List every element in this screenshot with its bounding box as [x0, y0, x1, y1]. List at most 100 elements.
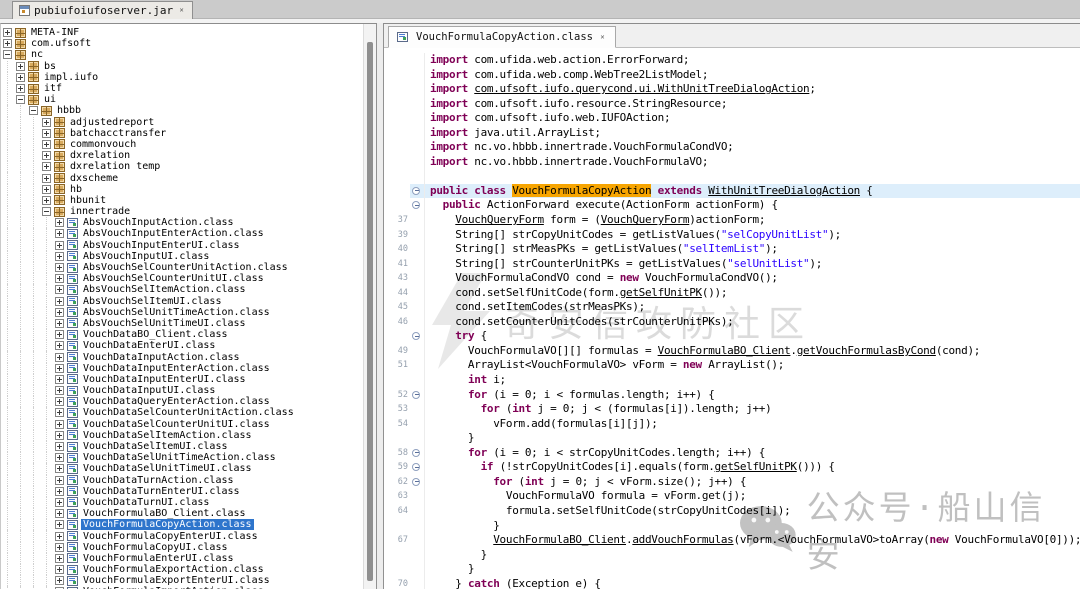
expand-icon[interactable] [55, 431, 64, 440]
tab-jar-file[interactable]: pubiufoiufoserver.jar ✕ [12, 1, 193, 19]
tree-item[interactable]: VouchDataQueryEnterAction.class [3, 396, 363, 407]
close-icon[interactable]: ✕ [598, 33, 607, 42]
tree-item[interactable]: dxscheme [3, 172, 363, 183]
tree-item[interactable]: VouchDataSelItemAction.class [3, 430, 363, 441]
tree-item[interactable]: AbsVouchSelItemAction.class [3, 284, 363, 295]
tree-item[interactable]: VouchFormulaExportEnterUI.class [3, 575, 363, 586]
expand-icon[interactable] [42, 118, 51, 127]
tree-item[interactable]: AbsVouchSelCounterUnitUI.class [3, 273, 363, 284]
tree-item[interactable]: VouchDataInputAction.class [3, 351, 363, 362]
tree-item[interactable]: AbsVouchSelUnitTimeUI.class [3, 318, 363, 329]
tree-item[interactable]: adjustedreport [3, 117, 363, 128]
expand-icon[interactable] [55, 532, 64, 541]
collapse-icon[interactable] [29, 106, 38, 115]
tree-item[interactable]: AbsVouchSelCounterUnitAction.class [3, 262, 363, 273]
tree-item[interactable]: impl.iufo [3, 72, 363, 83]
tree-item[interactable]: hb [3, 184, 363, 195]
tree-item[interactable]: dxrelation temp [3, 161, 363, 172]
expand-icon[interactable] [55, 487, 64, 496]
tree-item[interactable]: batchacctransfer [3, 128, 363, 139]
tree-item[interactable]: ui [3, 94, 363, 105]
expand-icon[interactable] [55, 330, 64, 339]
expand-icon[interactable] [55, 297, 64, 306]
tree-item[interactable]: VouchDataSelUnitTimeAction.class [3, 452, 363, 463]
tab-class-file[interactable]: VouchFormulaCopyAction.class ✕ [388, 26, 616, 48]
expand-icon[interactable] [42, 151, 51, 160]
tree-item[interactable]: dxrelation [3, 150, 363, 161]
expand-icon[interactable] [55, 375, 64, 384]
expand-icon[interactable] [55, 397, 64, 406]
expand-icon[interactable] [55, 408, 64, 417]
tree-item[interactable]: VouchFormulaCopyEnterUI.class [3, 530, 363, 541]
expand-icon[interactable] [55, 241, 64, 250]
expand-icon[interactable] [55, 442, 64, 451]
tree-item[interactable]: VouchDataSelUnitTimeUI.class [3, 463, 363, 474]
expand-icon[interactable] [55, 476, 64, 485]
tree-item[interactable]: META-INF [3, 27, 363, 38]
tree-item[interactable]: VouchFormulaCopyUI.class [3, 542, 363, 553]
expand-icon[interactable] [55, 308, 64, 317]
tree-item[interactable]: VouchDataEnterUI.class [3, 340, 363, 351]
expand-icon[interactable] [42, 196, 51, 205]
collapse-icon[interactable] [3, 50, 12, 59]
tree-item[interactable]: VouchDataTurnAction.class [3, 475, 363, 486]
tree-item[interactable]: itf [3, 83, 363, 94]
tree-item[interactable]: AbsVouchInputEnterAction.class [3, 228, 363, 239]
collapse-icon[interactable] [42, 207, 51, 216]
tree-item[interactable]: commonvouch [3, 139, 363, 150]
expand-icon[interactable] [55, 520, 64, 529]
tree-item[interactable]: VouchDataSelItemUI.class [3, 441, 363, 452]
tree-item-selected[interactable]: VouchFormulaCopyAction.class [3, 519, 363, 530]
tree-item[interactable]: VouchFormulaEnterUI.class [3, 553, 363, 564]
expand-icon[interactable] [55, 498, 64, 507]
tree-scrollbar-thumb[interactable] [367, 42, 373, 581]
tree-item[interactable]: AbsVouchInputEnterUI.class [3, 240, 363, 251]
tree-item[interactable]: com.ufsoft [3, 38, 363, 49]
fold-collapse-icon[interactable] [412, 478, 420, 486]
expand-icon[interactable] [42, 129, 51, 138]
expand-icon[interactable] [16, 73, 25, 82]
fold-collapse-icon[interactable] [412, 449, 420, 457]
expand-icon[interactable] [16, 62, 25, 71]
tree-item[interactable]: AbsVouchSelUnitTimeAction.class [3, 307, 363, 318]
tree-item[interactable]: hbunit [3, 195, 363, 206]
expand-icon[interactable] [42, 174, 51, 183]
tree-item[interactable]: VouchDataTurnUI.class [3, 497, 363, 508]
expand-icon[interactable] [55, 543, 64, 552]
tree-item[interactable]: VouchFormulaBO_Client.class [3, 508, 363, 519]
expand-icon[interactable] [55, 319, 64, 328]
expand-icon[interactable] [55, 565, 64, 574]
tree-item[interactable]: innertrade [3, 206, 363, 217]
tree-item[interactable]: bs [3, 61, 363, 72]
expand-icon[interactable] [55, 464, 64, 473]
tree-item[interactable]: VouchFormulaExportAction.class [3, 564, 363, 575]
expand-icon[interactable] [55, 274, 64, 283]
expand-icon[interactable] [42, 140, 51, 149]
tree-item[interactable]: AbsVouchInputUI.class [3, 251, 363, 262]
tree-item[interactable]: AbsVouchInputAction.class [3, 217, 363, 228]
tree-item[interactable]: VouchDataTurnEnterUI.class [3, 486, 363, 497]
close-icon[interactable]: ✕ [177, 6, 186, 15]
expand-icon[interactable] [55, 554, 64, 563]
fold-collapse-icon[interactable] [412, 201, 420, 209]
expand-icon[interactable] [55, 364, 64, 373]
tree-item[interactable]: VouchDataBO_Client.class [3, 329, 363, 340]
tree-item[interactable]: VouchDataInputEnterAction.class [3, 363, 363, 374]
tree-item[interactable]: hbbb [3, 105, 363, 116]
tree-item[interactable]: VouchDataInputUI.class [3, 385, 363, 396]
expand-icon[interactable] [55, 263, 64, 272]
expand-icon[interactable] [55, 229, 64, 238]
expand-icon[interactable] [3, 28, 12, 37]
expand-icon[interactable] [55, 420, 64, 429]
expand-icon[interactable] [55, 353, 64, 362]
tree-item[interactable]: VouchDataSelCounterUnitUI.class [3, 419, 363, 430]
expand-icon[interactable] [55, 285, 64, 294]
expand-icon[interactable] [55, 576, 64, 585]
tree-item[interactable]: nc [3, 49, 363, 60]
expand-icon[interactable] [55, 453, 64, 462]
fold-collapse-icon[interactable] [412, 391, 420, 399]
tree-item[interactable]: VouchDataSelCounterUnitAction.class [3, 407, 363, 418]
expand-icon[interactable] [16, 84, 25, 93]
tree-item[interactable]: VouchDataInputEnterUI.class [3, 374, 363, 385]
expand-icon[interactable] [55, 252, 64, 261]
